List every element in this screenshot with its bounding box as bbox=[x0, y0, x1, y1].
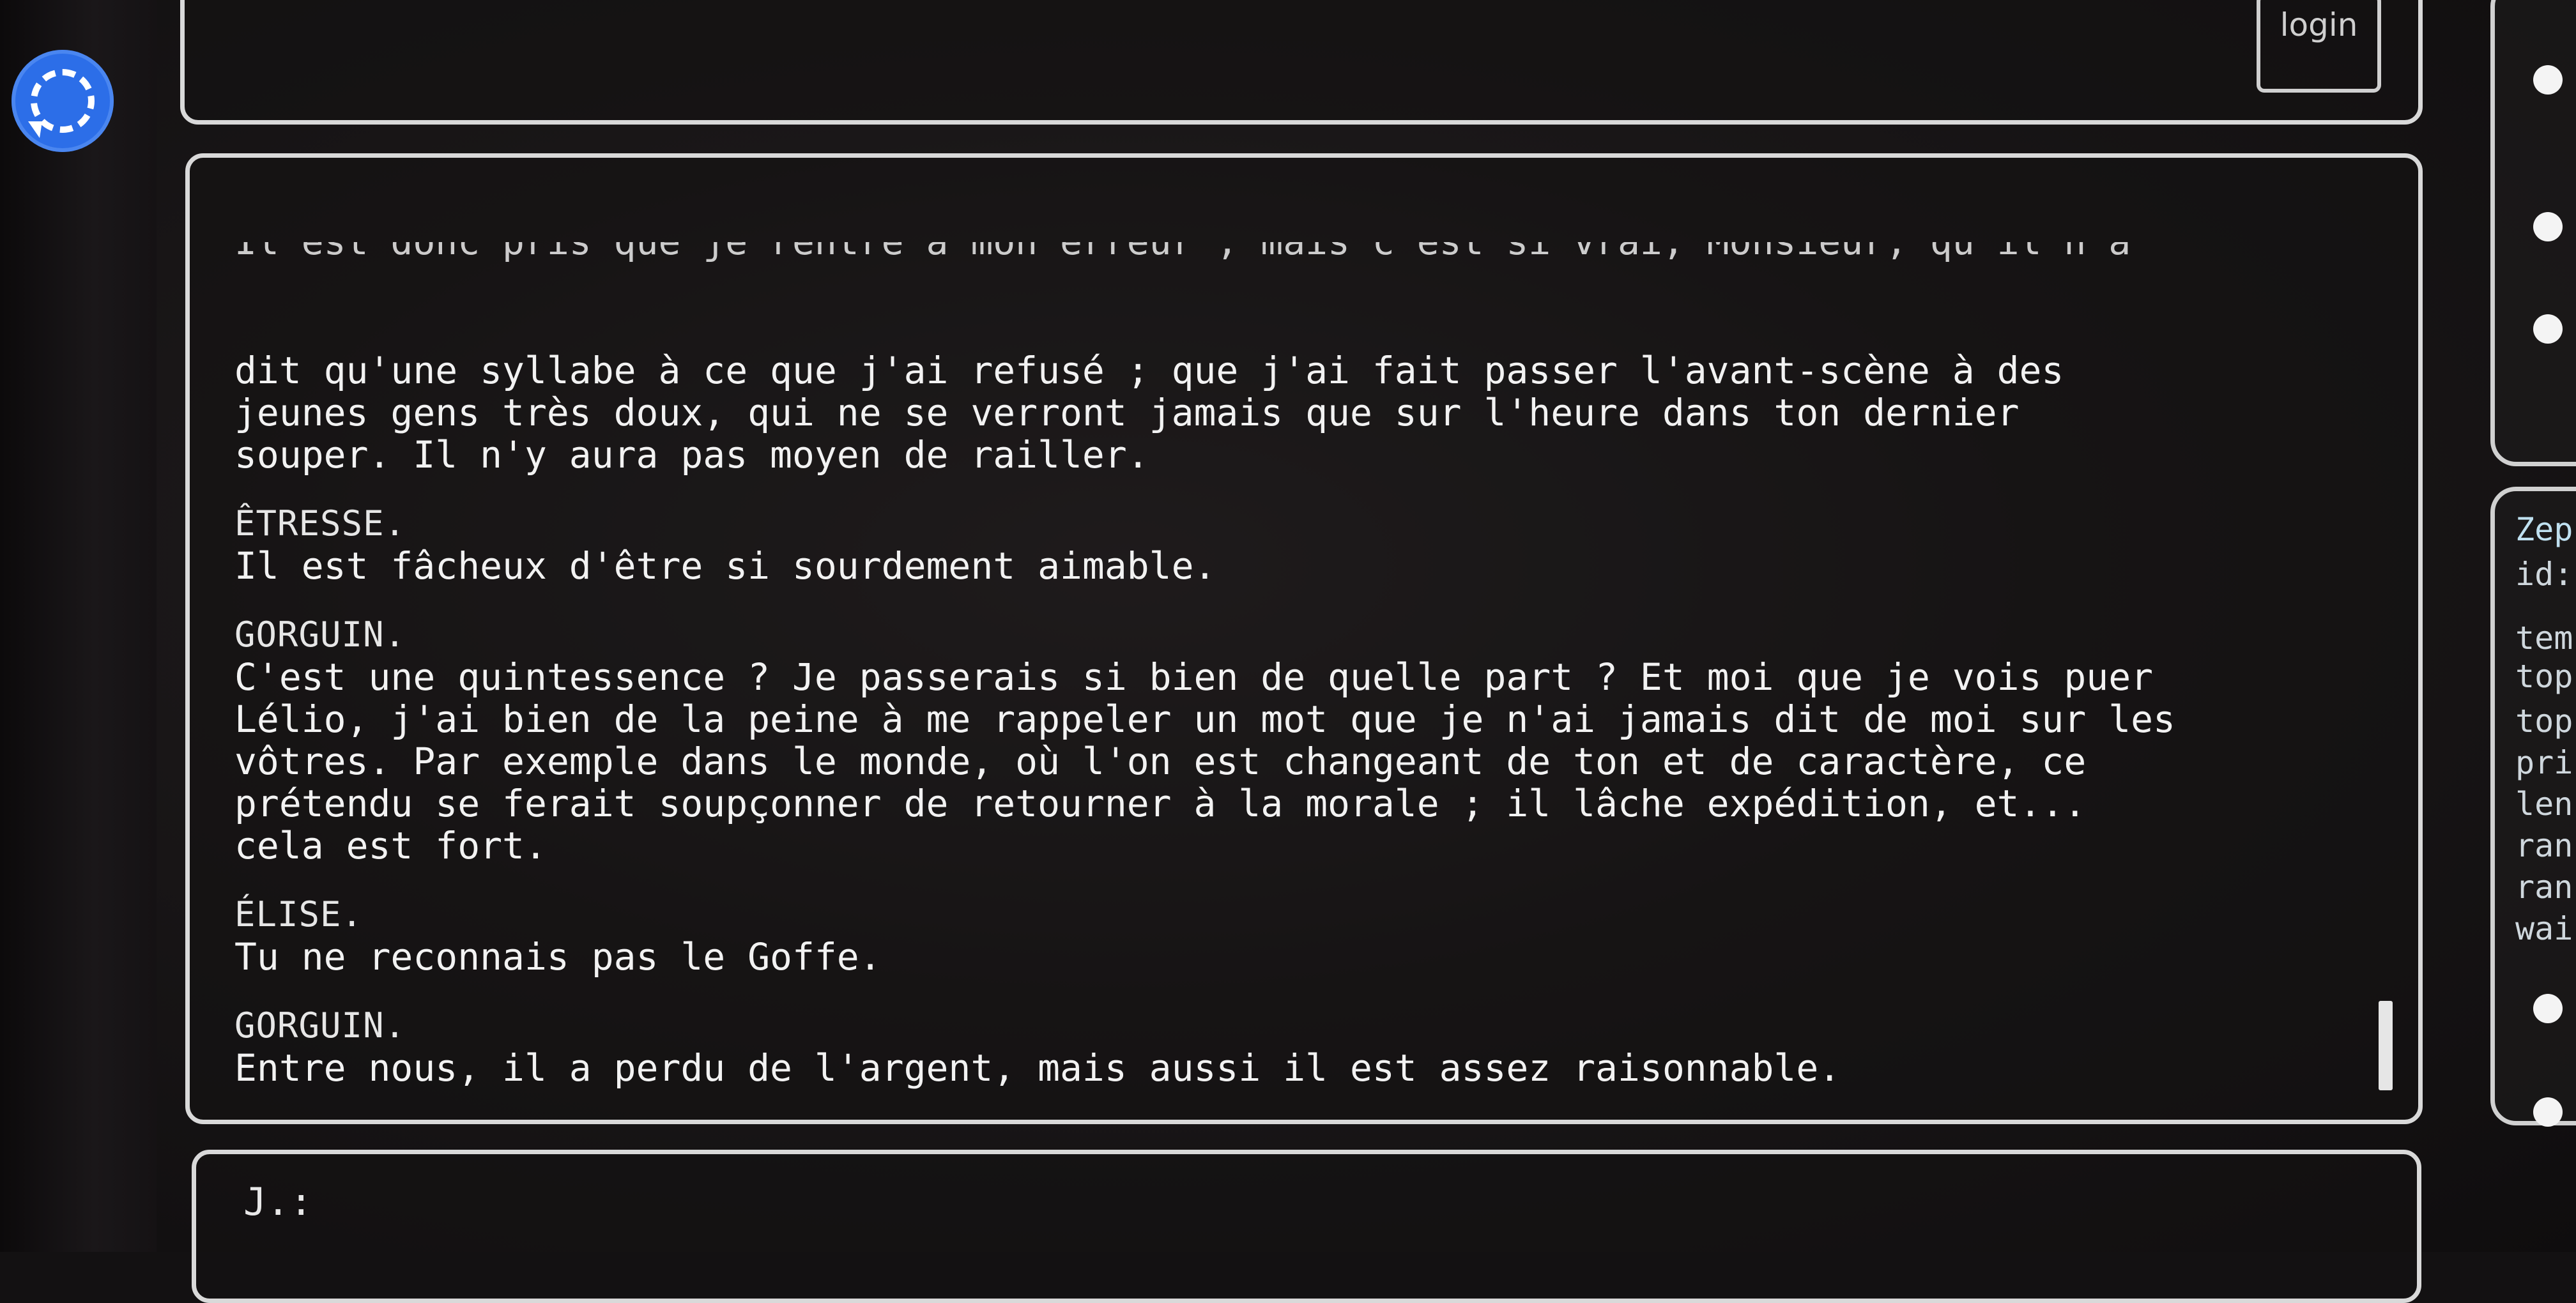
speaker-name: INTERVANCOLENTUS. bbox=[234, 1116, 2343, 1120]
partially-scrolled-line: Il est donc pris que je rentre à mon err… bbox=[234, 242, 2343, 265]
monitor-bezel bbox=[0, 0, 157, 1252]
dialogue-line: vôtres. Par exemple dans le monde, où l'… bbox=[234, 740, 2087, 783]
dialogue-entry: ÉLISE. Tu ne reconnais pas le Goffe. bbox=[234, 894, 2343, 978]
side-panel-item: top bbox=[2515, 703, 2573, 740]
side-panel-item: ran bbox=[2515, 869, 2573, 906]
scrollbar-thumb[interactable] bbox=[2379, 1001, 2393, 1090]
dialogue-line: prétendu se ferait soupçonner de retourn… bbox=[234, 782, 2087, 825]
status-dot[interactable] bbox=[2533, 1097, 2563, 1127]
dialogue-entry: ÊTRESSE. Il est fâcheux d'être si sourdem… bbox=[234, 503, 2343, 587]
status-dot[interactable] bbox=[2533, 314, 2563, 344]
speaker-name: GORGUIN. bbox=[234, 1005, 406, 1046]
dialogue-line: C'est une quintessence ? Je passerais si… bbox=[234, 655, 2154, 699]
login-button[interactable]: login bbox=[2257, 0, 2381, 93]
right-panel-top bbox=[2490, 0, 2576, 466]
dialogue-line: dit qu'une syllabe à ce que j'ai refusé … bbox=[234, 349, 2064, 392]
command-input-panel[interactable]: J.: bbox=[192, 1150, 2421, 1303]
status-dot[interactable] bbox=[2533, 212, 2563, 241]
dialogue-entry: GORGUIN. Entre nous, il a perdu de l'arge… bbox=[234, 1005, 2343, 1089]
dialogue-line: souper. Il n'y aura pas moyen de railler… bbox=[234, 433, 1149, 476]
dialogue-entry: INTERVANCOLENTUS.De l'argent. De l'argen… bbox=[234, 1116, 2343, 1120]
transcript-content: Il est donc pris que je rentre à mon err… bbox=[234, 158, 2343, 1120]
side-panel-item: wai bbox=[2515, 910, 2573, 947]
dialogue-line: Lélio, j'ai bien de la peine à me rappel… bbox=[234, 697, 2175, 741]
dialogue-entry: dit qu'une syllabe à ce que j'ai refusé … bbox=[234, 349, 2343, 476]
side-panel-item: tem bbox=[2515, 620, 2573, 657]
chat-bubble-tail bbox=[28, 121, 42, 138]
signal-chat-icon[interactable] bbox=[12, 50, 114, 152]
status-dot[interactable] bbox=[2533, 65, 2563, 95]
dialogue-line: Tu ne reconnais pas le Goffe. bbox=[234, 935, 882, 979]
speaker-name: ÊTRESSE. bbox=[234, 503, 406, 544]
status-dot[interactable] bbox=[2533, 994, 2563, 1023]
input-prompt: J.: bbox=[243, 1180, 313, 1224]
dialogue-line: Il est fâcheux d'être si sourdement aima… bbox=[234, 544, 1216, 588]
side-panel-item: len bbox=[2515, 786, 2573, 823]
side-panel-item: ran bbox=[2515, 827, 2573, 864]
scrollbar[interactable] bbox=[2379, 1001, 2393, 1090]
transcript-panel: Il est donc pris que je rentre à mon err… bbox=[185, 153, 2423, 1124]
dialogue-line: Entre nous, il a perdu de l'argent, mais… bbox=[234, 1046, 1841, 1090]
dialogue-line: cela est fort. bbox=[234, 824, 547, 867]
speaker-name: ÉLISE. bbox=[234, 894, 364, 934]
dialogue-entry: GORGUIN. C'est une quintessence ? Je pass… bbox=[234, 614, 2343, 867]
side-panel-item: id: bbox=[2515, 556, 2573, 593]
side-panel-item: Zep bbox=[2515, 511, 2573, 548]
side-panel-item: top bbox=[2515, 658, 2573, 695]
partially-scrolled-line-text: Il est donc pris que je rentre à mon err… bbox=[234, 242, 2131, 263]
side-panel-item: pri bbox=[2515, 744, 2573, 781]
speaker-name: GORGUIN. bbox=[234, 614, 406, 655]
dialogue-line: jeunes gens très doux, qui ne se verront… bbox=[234, 391, 2020, 434]
top-bar bbox=[180, 0, 2423, 125]
